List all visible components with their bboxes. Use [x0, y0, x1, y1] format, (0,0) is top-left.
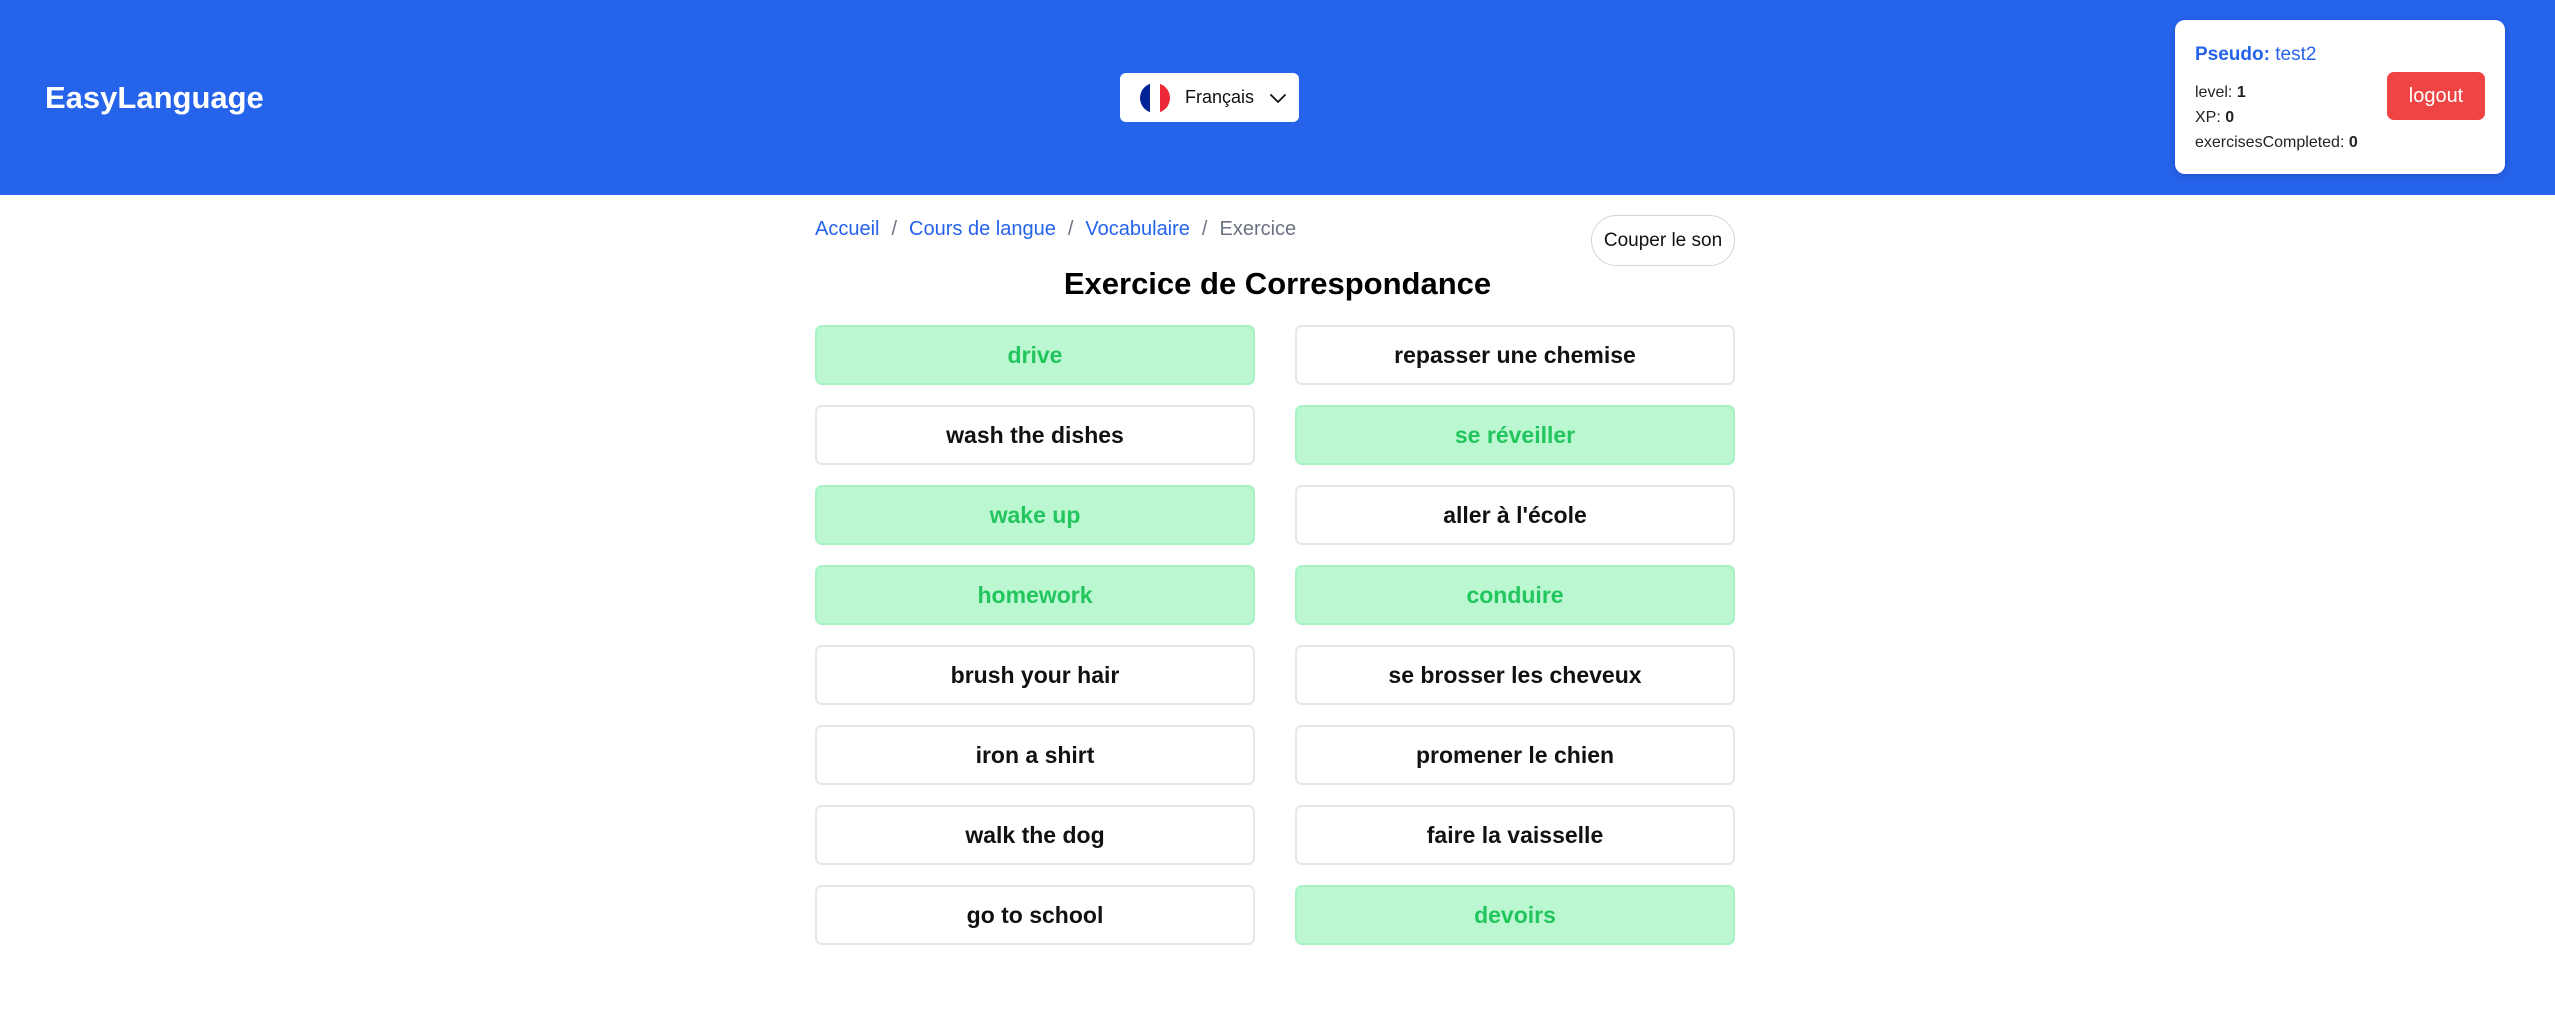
exercises-value: 0: [2348, 134, 2358, 151]
word-card-right-1[interactable]: repasser une chemise: [1295, 325, 1735, 385]
logout-button[interactable]: logout: [2387, 72, 2485, 120]
word-card-right-8[interactable]: devoirs: [1295, 885, 1735, 945]
word-card-right-7[interactable]: faire la vaisselle: [1295, 805, 1735, 865]
word-card-left-4[interactable]: homework: [815, 565, 1255, 625]
breadcrumb-vocabulary[interactable]: Vocabulaire: [1085, 218, 1190, 241]
exercises-line: exercisesCompleted: 0: [2195, 134, 2358, 152]
french-flag-icon: [1140, 82, 1170, 113]
flag-stripe-red: [1160, 82, 1170, 113]
level-label: level:: [2195, 84, 2233, 101]
exercises-label: exercisesCompleted:: [2195, 134, 2345, 151]
user-info-card: Pseudo: test2 level: 1 XP: 0 exercisesCo…: [2175, 20, 2505, 174]
chevron-down-icon: [1270, 93, 1286, 103]
breadcrumb-separator: /: [1201, 218, 1208, 240]
breadcrumb-home[interactable]: Accueil: [815, 218, 879, 241]
flag-stripe-blue: [1140, 82, 1150, 113]
word-card-left-7[interactable]: walk the dog: [815, 805, 1255, 865]
top-header: EasyLanguage Français Pseudo: test2 leve…: [0, 0, 2555, 195]
word-card-left-2[interactable]: wash the dishes: [815, 405, 1255, 465]
matching-grid: drive repasser une chemise wash the dish…: [815, 325, 1735, 945]
breadcrumb-courses[interactable]: Cours de langue: [909, 218, 1056, 241]
word-card-left-6[interactable]: iron a shirt: [815, 725, 1255, 785]
xp-line: XP: 0: [2195, 109, 2234, 127]
word-card-right-2[interactable]: se réveiller: [1295, 405, 1735, 465]
breadcrumb: Accueil / Cours de langue / Vocabulaire …: [815, 218, 1296, 241]
pseudo-line: Pseudo: test2: [2195, 44, 2316, 66]
language-label: Français: [1185, 87, 1255, 107]
app-logo[interactable]: EasyLanguage: [45, 80, 264, 116]
level-value: 1: [2236, 84, 2246, 101]
xp-label: XP:: [2195, 109, 2221, 126]
mute-sound-button[interactable]: Couper le son: [1591, 215, 1735, 266]
breadcrumb-current: Exercice: [1219, 218, 1297, 240]
pseudo-label: Pseudo:: [2195, 44, 2270, 65]
word-card-left-8[interactable]: go to school: [815, 885, 1255, 945]
word-card-left-1[interactable]: drive: [815, 325, 1255, 385]
word-card-left-5[interactable]: brush your hair: [815, 645, 1255, 705]
word-card-right-5[interactable]: se brosser les cheveux: [1295, 645, 1735, 705]
word-card-left-3[interactable]: wake up: [815, 485, 1255, 545]
breadcrumb-separator: /: [891, 218, 898, 240]
xp-value: 0: [2225, 109, 2235, 126]
breadcrumb-separator: /: [1067, 218, 1074, 240]
pseudo-value: test2: [2275, 44, 2317, 65]
level-line: level: 1: [2195, 84, 2246, 102]
page-title: Exercice de Correspondance: [1063, 266, 1492, 301]
word-card-right-3[interactable]: aller à l'école: [1295, 485, 1735, 545]
language-select[interactable]: Français: [1120, 73, 1299, 122]
word-card-right-4[interactable]: conduire: [1295, 565, 1735, 625]
word-card-right-6[interactable]: promener le chien: [1295, 725, 1735, 785]
flag-stripe-white: [1150, 82, 1160, 113]
